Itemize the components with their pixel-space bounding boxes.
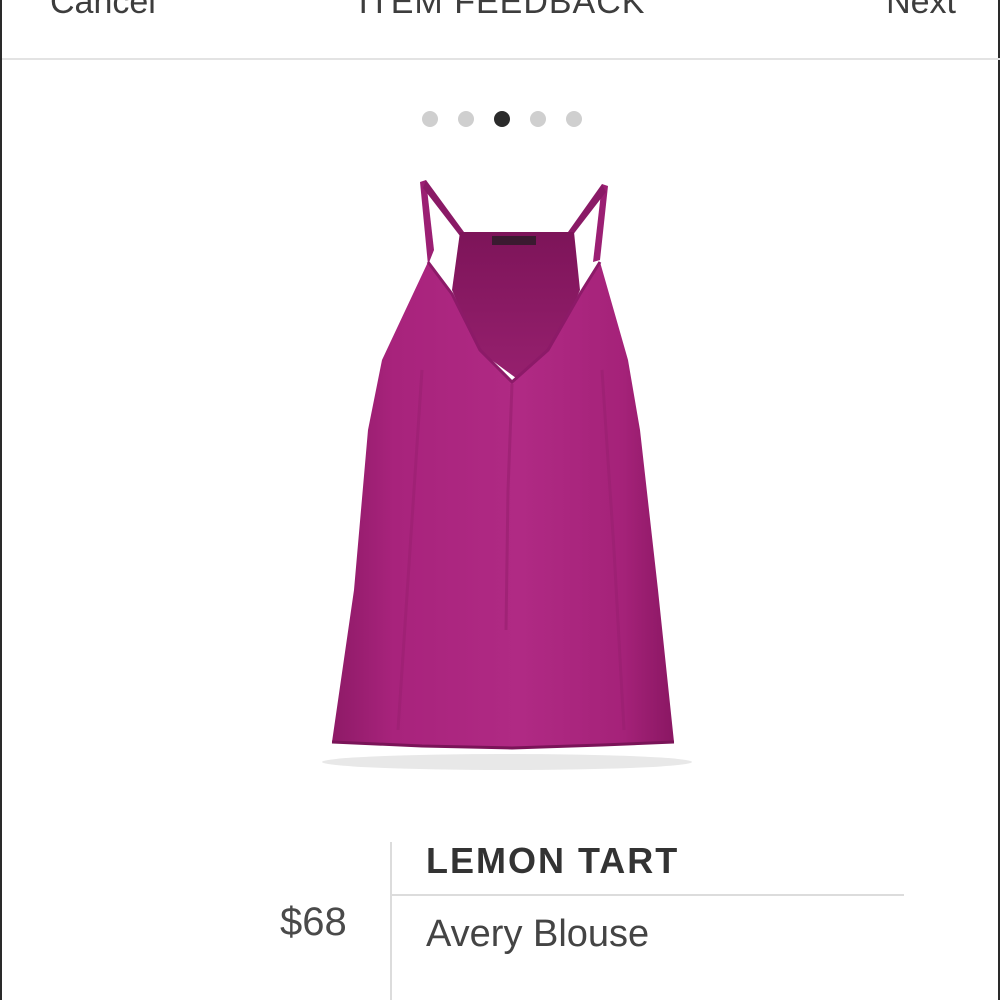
product-brand: LEMON TART bbox=[426, 840, 680, 881]
pager-dot-5[interactable] bbox=[566, 111, 582, 127]
pager-dot-4[interactable] bbox=[530, 111, 546, 127]
image-pager bbox=[2, 111, 1000, 127]
pager-dot-1[interactable] bbox=[422, 111, 438, 127]
product-image bbox=[322, 180, 692, 770]
vertical-divider bbox=[390, 842, 392, 1000]
next-button[interactable]: Next bbox=[886, 0, 956, 22]
product-price: $68 bbox=[280, 900, 347, 944]
horizontal-divider bbox=[392, 894, 904, 896]
page-title: ITEM FEEDBACK bbox=[358, 0, 646, 21]
pager-dot-3-active[interactable] bbox=[494, 111, 510, 127]
header-bar: Cancel ITEM FEEDBACK Next bbox=[2, 0, 1000, 60]
app-frame: Cancel ITEM FEEDBACK Next $68 LEMON TART… bbox=[0, 0, 1000, 1000]
pager-dot-2[interactable] bbox=[458, 111, 474, 127]
product-name: Avery Blouse bbox=[426, 913, 650, 955]
